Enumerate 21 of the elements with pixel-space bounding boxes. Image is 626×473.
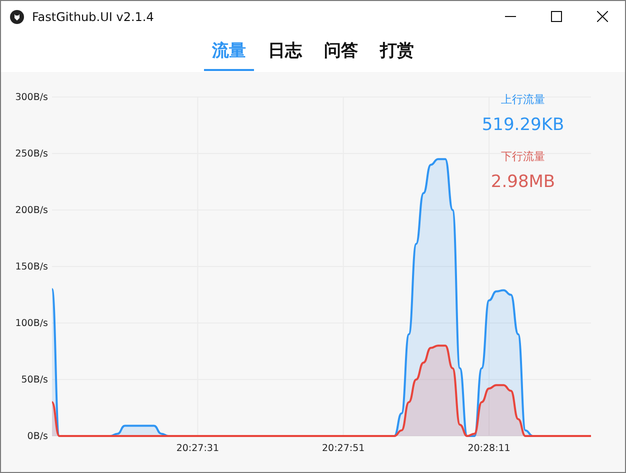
y-axis-label: 100B/s xyxy=(15,318,48,329)
y-axis-label: 0B/s xyxy=(27,431,48,442)
tab[interactable]: 打赏 xyxy=(372,32,422,71)
traffic-label: 上行流量 xyxy=(501,92,545,107)
y-axis-label: 50B/s xyxy=(21,374,48,386)
traffic-value: 2.98MB xyxy=(490,172,556,192)
app-logo-icon xyxy=(10,10,24,24)
y-axis-label: 150B/s xyxy=(15,262,48,272)
x-axis-label: 20:27:51 xyxy=(322,443,365,454)
traffic-value: 519.29KB xyxy=(482,115,564,135)
y-axis-label: 200B/s xyxy=(15,205,48,216)
tab[interactable]: 日志 xyxy=(260,32,310,71)
traffic-label: 下行流量 xyxy=(501,149,545,164)
close-icon xyxy=(596,11,608,22)
maximize-icon xyxy=(550,11,562,22)
y-axis-label: 300B/s xyxy=(15,92,48,103)
tab[interactable]: 问答 xyxy=(316,32,366,71)
window-title: FastGithub.UI v2.1.4 xyxy=(32,10,155,24)
y-axis-label: 250B/s xyxy=(15,148,48,160)
x-axis-label: 20:28:11 xyxy=(468,443,510,454)
x-axis-label: 20:27:31 xyxy=(176,443,219,454)
